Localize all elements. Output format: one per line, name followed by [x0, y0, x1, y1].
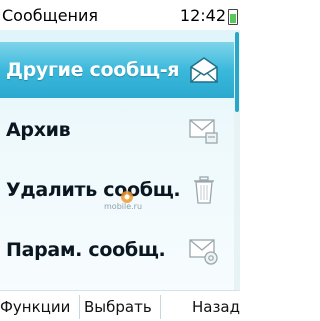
menu-item-label: Другие сообщ-я	[6, 59, 180, 81]
softkey-divider	[79, 295, 80, 319]
menu-item-label: Архив	[6, 119, 71, 141]
message-settings-icon	[189, 239, 218, 265]
archive-envelope-icon	[189, 119, 218, 144]
scrollbar[interactable]	[234, 30, 240, 290]
menu-item-label: Парам. сообщ.	[6, 239, 166, 261]
menu-item-label: Удалить сообщ.	[6, 179, 181, 201]
status-bar: Сообщения 12:42	[0, 0, 240, 31]
menu-list: Другие сообщ-я Архив Удалить сообщ. Пара…	[0, 30, 234, 290]
options-softkey[interactable]: Функции	[0, 298, 70, 316]
trash-icon	[194, 176, 214, 204]
clock: 12:42	[179, 6, 226, 25]
menu-item-archive[interactable]: Архив	[0, 102, 234, 158]
softkey-divider	[160, 295, 161, 319]
menu-item-other-messages[interactable]: Другие сообщ-я	[0, 42, 234, 98]
select-softkey[interactable]: Выбрать	[84, 298, 152, 316]
menu-item-message-settings[interactable]: Парам. сообщ.	[0, 222, 234, 278]
screen-title: Сообщения	[2, 6, 99, 25]
envelope-open-icon	[190, 57, 218, 83]
softkey-bar: Функции Выбрать Назад	[0, 290, 240, 321]
watermark-text: mobile.ru	[104, 202, 143, 211]
scrollbar-thumb[interactable]	[235, 32, 239, 112]
back-softkey[interactable]: Назад	[192, 298, 240, 316]
battery-icon	[228, 9, 238, 25]
